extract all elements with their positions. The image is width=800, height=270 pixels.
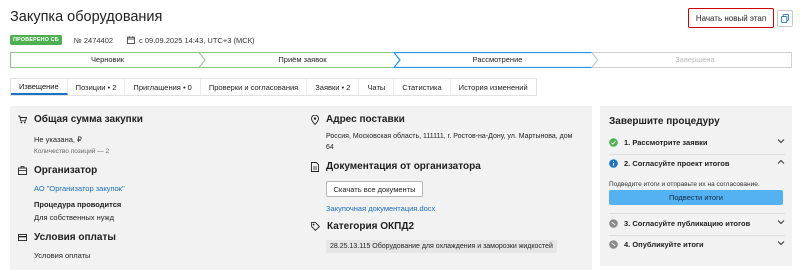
chevron-down-icon [777, 220, 785, 225]
info-circle-icon [609, 159, 618, 168]
procurement-date: с 09.09.2025 14:43, UTC+3 (МСК) [127, 35, 255, 45]
check-circle-icon [609, 138, 618, 147]
tab-statistics[interactable]: Статистика [394, 79, 451, 95]
procurement-date-text: с 09.09.2025 14:43, UTC+3 (МСК) [139, 35, 255, 45]
address-line-2: 64 [326, 144, 334, 151]
okpd-heading: Категория ОКПД2 [311, 221, 414, 232]
step-divider [609, 213, 785, 214]
tab-invitations[interactable]: Приглашения • 0 [125, 79, 201, 95]
page-header: Закупка оборудования ПРОВЕРЕНО СБ № 2474… [0, 0, 800, 50]
summary-value: Не указана, ₽ [34, 135, 82, 144]
procurement-meta: ПРОВЕРЕНО СБ № 2474402 с 09.09.2025 14:4… [10, 34, 255, 46]
tab-chats[interactable]: Чаты [359, 79, 395, 95]
stage-collection: Приём заявок [278, 55, 327, 64]
tab-positions[interactable]: Позиции • 2 [68, 79, 126, 95]
address-line-1: Россия, Московская область, 111111, г. Р… [326, 133, 573, 140]
location-pin-icon [311, 114, 319, 125]
summary-heading: Общая сумма закупки [18, 114, 143, 125]
stage-progress: Черновик Приём заявок Рассмотрение Завер… [10, 52, 792, 68]
download-all-button[interactable]: Скачать все документы [326, 181, 423, 197]
pending-circle-icon [609, 219, 618, 228]
payment-value: Условия оплаты [34, 251, 91, 260]
stage-review: Рассмотрение [472, 55, 523, 64]
procedure-label: Процедура проводится [34, 200, 122, 209]
procedure-panel: Завершите процедуру 1. Рассмотрите заявк… [600, 106, 792, 266]
step-divider [609, 235, 785, 236]
organizer-icon [18, 166, 27, 175]
chevron-down-icon [777, 139, 785, 144]
organizer-link[interactable]: АО "Организатор закупок" [34, 184, 125, 193]
step-review-bids[interactable]: 1. Рассмотрите заявки [609, 136, 785, 149]
start-new-stage-button[interactable]: Начать новый этап [688, 8, 774, 28]
document-link[interactable]: Закупочная документация.docx [326, 204, 435, 213]
step-publish-results[interactable]: 4. Опубликуйте итоги [609, 238, 785, 251]
positions-count: Количество позиций — 2 [34, 148, 110, 155]
page-title: Закупка оборудования [10, 9, 163, 25]
step-approve-publication[interactable]: 3. Согласуйте публикацию итогов [609, 217, 785, 230]
tab-history[interactable]: История изменений [451, 79, 536, 95]
tab-approvals[interactable]: Проверки и согласования [201, 79, 308, 95]
stage-finished: Завершена [675, 55, 715, 64]
docs-heading: Документация от организатора [311, 161, 481, 172]
payment-heading: Условия оплаты [18, 232, 116, 243]
tab-bids[interactable]: Заявки • 2 [307, 79, 360, 95]
tab-notice[interactable]: Извещение [11, 79, 68, 95]
organizer-heading: Организатор [18, 165, 97, 176]
step-divider [609, 154, 785, 155]
step-description: Подведите итоги и отправьте их на соглас… [609, 181, 760, 188]
notice-panel: Общая сумма закупки Не указана, ₽ Количе… [10, 106, 592, 270]
copy-button[interactable] [777, 10, 793, 27]
payment-icon [18, 234, 27, 241]
tag-icon [311, 222, 320, 231]
copy-icon [781, 14, 789, 23]
chevron-down-icon [777, 241, 785, 246]
procedure-title: Завершите процедуру [609, 116, 720, 127]
tab-bar: Извещение Позиции • 2 Приглашения • 0 Пр… [10, 78, 537, 96]
procedure-value: Для собственных нужд [34, 213, 114, 222]
step-approve-results[interactable]: 2. Согласуйте проект итогов [609, 157, 785, 170]
stage-draft: Черновик [90, 55, 125, 64]
summarize-results-button[interactable]: Подвести итоги [609, 190, 783, 205]
status-badge: ПРОВЕРЕНО СБ [10, 35, 62, 45]
pending-circle-icon [609, 240, 618, 249]
procurement-number: № 2474402 [73, 35, 114, 45]
calendar-icon [127, 36, 135, 44]
okpd-chip: 28.25.13.115 Оборудование для охлаждения… [326, 240, 557, 253]
chevron-up-icon [777, 159, 785, 164]
address-heading: Адрес поставки [311, 114, 405, 125]
document-icon [311, 161, 319, 172]
cart-icon [18, 115, 27, 124]
